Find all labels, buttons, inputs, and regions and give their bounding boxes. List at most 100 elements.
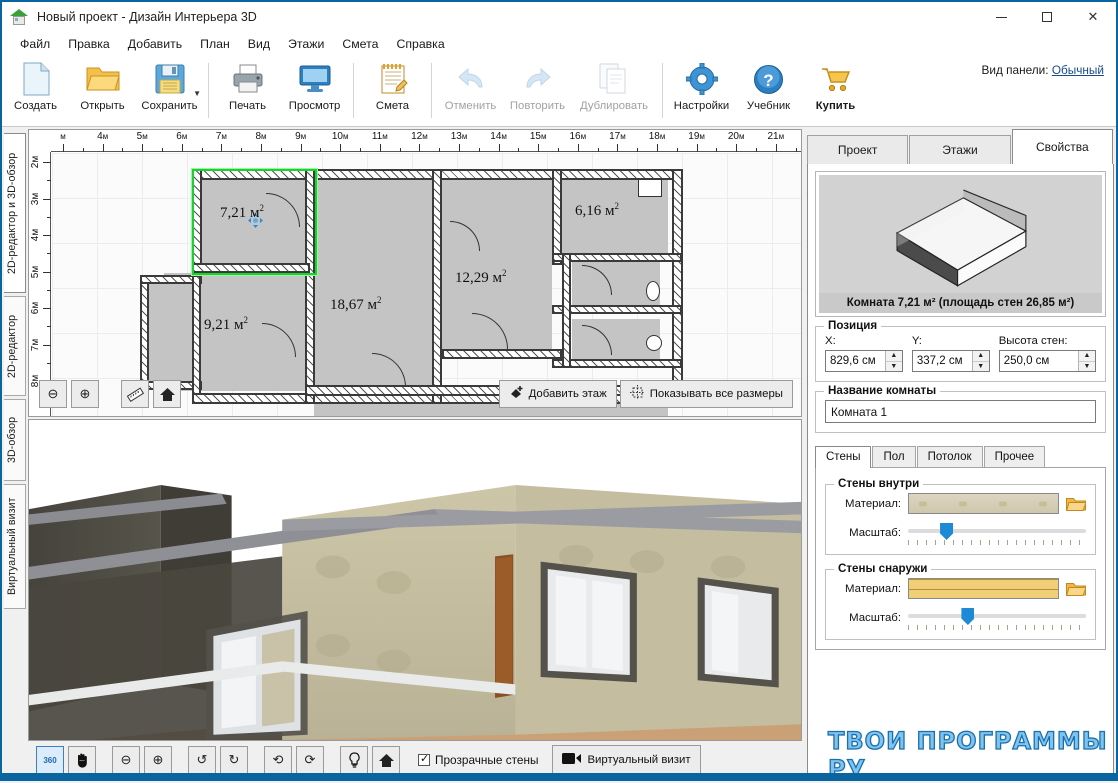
close-icon: ✕ (1087, 9, 1099, 24)
redo-arrow-icon (523, 61, 553, 97)
wall-height-value[interactable]: 250,0 см (1000, 355, 1078, 367)
y-value[interactable]: 337,2 см (913, 355, 972, 367)
zoom-in-icon[interactable]: ⊕ (144, 746, 172, 774)
stepper-up-icon[interactable]: ▲ (1079, 351, 1095, 362)
y-stepper[interactable]: ▲ ▼ (971, 351, 989, 372)
panel-view-value-link[interactable]: Обычный (1052, 63, 1104, 77)
walls-inside-scale-slider[interactable] (908, 521, 1086, 545)
stepper-down-icon[interactable]: ▼ (1079, 362, 1095, 372)
walls-outside-material-swatch[interactable] (908, 578, 1059, 599)
wall-segment[interactable] (552, 305, 682, 314)
toolbar-save-button[interactable]: Сохранить ▼ (136, 55, 203, 126)
2d-editor[interactable]: м 4м 5м 6м 7м 8м 9м 10м 11м 12м 13м 14м 15м 16м 17м 18м… (28, 129, 802, 417)
x-stepper[interactable]: ▲ ▼ (884, 351, 902, 372)
ruler-label: 20м (727, 131, 745, 142)
bath-fixture[interactable] (646, 281, 660, 301)
slider-thumb[interactable] (940, 523, 954, 540)
close-button[interactable]: ✕ (1070, 2, 1116, 32)
wall-height-spinner[interactable]: 250,0 см ▲ ▼ (998, 350, 1096, 372)
walls-inside-material-swatch[interactable] (908, 493, 1059, 514)
menu-item-file[interactable]: Файл (11, 34, 59, 54)
sidebar-item-3d[interactable]: 3D-обзор (4, 399, 26, 481)
sidebar-item-2d-3d[interactable]: 2D-редактор и 3D-обзор (4, 133, 26, 293)
sidebar-item-virtual-visit[interactable]: Виртуальный визит (4, 484, 26, 609)
orbit-360-icon[interactable]: 360 (36, 746, 64, 774)
wall-segment[interactable] (552, 253, 682, 262)
minimize-button[interactable] (978, 2, 1024, 32)
stepper-down-icon[interactable]: ▼ (886, 362, 902, 372)
y-spinner[interactable]: 337,2 см ▲ ▼ (911, 350, 990, 372)
ruler-icon[interactable] (121, 380, 149, 408)
wall-segment[interactable] (432, 169, 442, 404)
wall-segment[interactable] (552, 169, 562, 265)
sidebar-item-2d[interactable]: 2D-редактор (4, 296, 26, 396)
rotate-right-icon[interactable]: ↻ (220, 746, 248, 774)
menu-item-edit[interactable]: Правка (59, 34, 119, 54)
tab-project[interactable]: Проект (807, 135, 909, 164)
virtual-visit-button[interactable]: Виртуальный визит (552, 745, 701, 775)
zoom-out-icon[interactable]: ⊖ (39, 380, 67, 408)
stepper-up-icon[interactable]: ▲ (885, 351, 902, 362)
wall-segment[interactable] (140, 275, 149, 390)
chevron-down-icon[interactable]: ▼ (193, 89, 201, 98)
tab-walls[interactable]: Стены (815, 446, 872, 468)
toolbar-print-button[interactable]: Печать (214, 55, 281, 126)
help-question-icon: ? (753, 61, 784, 97)
window-fixture[interactable] (638, 179, 662, 197)
wall-segment[interactable] (192, 275, 201, 395)
toolbar-new-button[interactable]: Создать (2, 55, 69, 126)
rotate-left-icon[interactable]: ↺ (188, 746, 216, 774)
slider-thumb[interactable] (961, 608, 975, 625)
tab-properties[interactable]: Свойства (1011, 129, 1113, 164)
wall-segment[interactable] (552, 359, 682, 368)
toolbar-open-button[interactable]: Открыть (69, 55, 136, 126)
toolbar-preview-button[interactable]: Просмотр (281, 55, 348, 126)
home-icon[interactable] (153, 380, 181, 408)
transparent-walls-checkbox[interactable]: Прозрачные стены (418, 752, 538, 767)
zoom-out-icon[interactable]: ⊖ (112, 746, 140, 774)
x-value[interactable]: 829,6 см (826, 355, 885, 367)
toolbar-estimate-button[interactable]: Смета (359, 55, 426, 126)
ruler-tick-minor (518, 148, 520, 152)
3d-view[interactable] (28, 419, 802, 741)
toilet-fixture[interactable] (646, 335, 662, 351)
zoom-in-icon[interactable]: ⊕ (71, 380, 99, 408)
show-all-sizes-button[interactable]: Показывать все размеры (619, 380, 793, 408)
folder-icon[interactable] (1066, 496, 1087, 512)
x-spinner[interactable]: 829,6 см ▲ ▼ (825, 350, 903, 372)
toolbar-duplicate-button[interactable]: Дублировать (571, 55, 657, 126)
menu-item-floors[interactable]: Этажи (279, 34, 333, 54)
menu-item-help[interactable]: Справка (387, 34, 453, 54)
home-icon[interactable] (372, 746, 400, 774)
wall-segment[interactable] (672, 169, 683, 404)
floor-plan-canvas[interactable]: 7,21 м2 9,21 м2 18,67 м2 12,29 м2 6,16 м… (52, 153, 801, 416)
tab-other[interactable]: Прочее (983, 446, 1046, 467)
menu-item-add[interactable]: Добавить (119, 34, 191, 54)
menu-item-plan[interactable]: План (191, 34, 239, 54)
pan-hand-icon[interactable] (68, 746, 96, 774)
wall-height-stepper[interactable]: ▲ ▼ (1078, 351, 1095, 371)
tab-ceiling[interactable]: Потолок (916, 446, 983, 467)
turn-right-icon[interactable]: ⟳ (296, 746, 324, 774)
toolbar-tutorial-button[interactable]: ? Учебник (735, 55, 802, 126)
maximize-button[interactable] (1024, 2, 1070, 32)
walls-outside-scale-slider[interactable] (908, 606, 1086, 630)
toolbar-redo-button[interactable]: Повторить (504, 55, 571, 126)
wall-segment[interactable] (442, 349, 562, 359)
tab-floor[interactable]: Пол (872, 446, 916, 467)
stepper-up-icon[interactable]: ▲ (972, 351, 989, 362)
add-floor-button[interactable]: Добавить этаж (498, 380, 617, 408)
wall-segment[interactable] (562, 253, 571, 368)
stepper-down-icon[interactable]: ▼ (973, 362, 989, 372)
menu-item-view[interactable]: Вид (239, 34, 279, 54)
toolbar-buy-button[interactable]: Купить (802, 55, 869, 126)
tab-floors[interactable]: Этажи (909, 135, 1011, 164)
menu-item-estimate[interactable]: Смета (333, 34, 387, 54)
light-bulb-icon[interactable] (340, 746, 368, 774)
toolbar-undo-button[interactable]: Отменить (437, 55, 504, 126)
turn-left-icon[interactable]: ⟲ (264, 746, 292, 774)
room-name-input[interactable]: Комната 1 (825, 400, 1096, 423)
ruler-tick (142, 144, 144, 152)
folder-icon[interactable] (1066, 581, 1087, 597)
toolbar-settings-button[interactable]: Настройки (668, 55, 735, 126)
